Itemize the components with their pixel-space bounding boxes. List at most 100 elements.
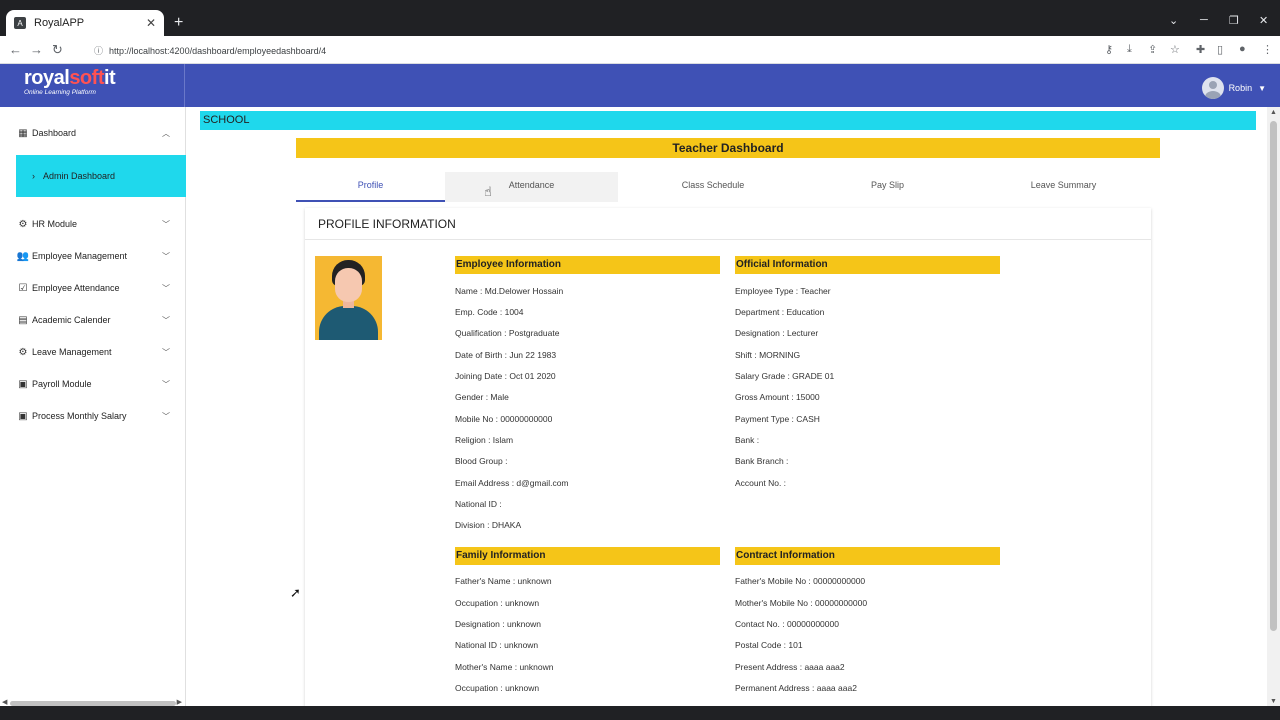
field-joining-date: Joining Date : Oct 01 2020: [455, 371, 556, 381]
sidebar-item-leave-management[interactable]: ⚙ Leave Management ﹀: [16, 342, 176, 362]
sidebar-item-label: HR Module: [32, 219, 78, 229]
chevron-down-icon: ﹀: [162, 411, 170, 421]
bookmark-star-icon[interactable]: ☆: [1170, 43, 1180, 56]
sidebar-item-process-monthly-salary[interactable]: ▣ Process Monthly Salary ﹀: [16, 406, 176, 426]
field-present-address: Present Address : aaaa aaa2: [735, 662, 845, 672]
user-name: Robin: [1228, 83, 1253, 93]
chevron-down-icon: ﹀: [162, 347, 170, 357]
scroll-up-icon[interactable]: ▲: [1270, 109, 1277, 116]
sidebar-item-label: Process Monthly Salary: [32, 411, 127, 421]
field-division: Division : DHAKA: [455, 520, 522, 530]
sidebar-subitem-label: Admin Dashboard: [43, 171, 116, 181]
tab-search-icon[interactable]: ⌄: [1169, 14, 1178, 27]
tab-attendance[interactable]: Attendance: [445, 172, 618, 202]
gear-icon: ⚙: [18, 346, 28, 358]
url-field[interactable]: ⓘ http://localhost:4200/dashboard/employe…: [94, 44, 326, 57]
field-qualification: Qualification : Postgraduate: [455, 328, 560, 338]
menu-icon[interactable]: ⋮: [1262, 43, 1273, 56]
field-name: Name : Md.Delower Hossain: [455, 286, 564, 296]
tab-leave-summary[interactable]: Leave Summary: [967, 172, 1160, 202]
scroll-right-icon[interactable]: ▶: [177, 698, 182, 706]
app-header: royalsoftit Online Learning Platform Rob…: [0, 64, 1280, 107]
new-tab-icon[interactable]: +: [174, 14, 183, 32]
field-gross-amount: Gross Amount : 15000: [735, 392, 820, 402]
side-panel-icon[interactable]: ▯: [1217, 43, 1223, 56]
field-account-no: Account No. :: [735, 478, 787, 488]
field-mobile-no: Mobile No : 00000000000: [455, 414, 553, 424]
chevron-down-icon: ﹀: [162, 315, 170, 325]
page-vertical-scrollbar[interactable]: ▲ ▼: [1267, 107, 1280, 707]
chevron-down-icon: ﹀: [162, 251, 170, 261]
chevron-right-icon: ›: [32, 171, 35, 181]
bottom-strip: [0, 706, 1280, 720]
sidebar-item-dashboard[interactable]: ▦ Dashboard ︿: [16, 123, 176, 143]
sidebar-item-employee-management[interactable]: 👥 Employee Management ﹀: [16, 246, 176, 266]
section-employee-information: Employee Information: [455, 256, 720, 274]
minimize-icon[interactable]: ─: [1200, 14, 1208, 26]
restore-icon[interactable]: ❐: [1229, 14, 1239, 27]
field-father-national-id: National ID : unknown: [455, 640, 539, 650]
cash-icon: ▣: [18, 378, 28, 390]
sidebar-item-academic-calender[interactable]: ▤ Academic Calender ﹀: [16, 310, 176, 330]
window-close-icon[interactable]: ✕: [1259, 14, 1268, 27]
photo-body: [319, 306, 378, 340]
install-icon[interactable]: ⤓: [1127, 43, 1132, 56]
info-icon[interactable]: ⓘ: [94, 46, 103, 56]
field-bank-branch: Bank Branch :: [735, 456, 789, 466]
field-postal-code: Postal Code : 101: [735, 640, 803, 650]
checkbox-icon: ☑: [18, 282, 28, 294]
sidebar-item-employee-attendance[interactable]: ☑ Employee Attendance ﹀: [16, 278, 176, 298]
hr-icon: ⚙: [18, 218, 28, 230]
scroll-down-icon[interactable]: ▼: [1270, 698, 1277, 705]
arrow-cursor-icon: ➚: [290, 585, 301, 600]
field-father-occupation: Occupation : unknown: [455, 598, 540, 608]
extensions-icon[interactable]: ✚: [1196, 43, 1205, 56]
caret-down-icon: ▼: [1258, 83, 1266, 93]
field-mothers-mobile: Mother's Mobile No : 00000000000: [735, 598, 868, 608]
tab-profile[interactable]: Profile: [296, 172, 445, 202]
field-contact-no: Contact No. : 00000000000: [735, 619, 839, 629]
sidebar-item-label: Employee Management: [32, 251, 128, 261]
forward-icon[interactable]: →: [30, 42, 43, 57]
field-payment-type: Payment Type : CASH: [735, 414, 820, 424]
logo: royalsoftit: [24, 67, 116, 90]
scrollbar-thumb[interactable]: [1270, 121, 1277, 631]
profile-icon[interactable]: ●: [1239, 43, 1246, 55]
sidebar-item-label: Leave Management: [32, 347, 112, 357]
scroll-left-icon[interactable]: ◀: [2, 698, 7, 706]
field-permanent-address: Permanent Address : aaaa aaa2: [735, 683, 857, 693]
page-title: Teacher Dashboard: [296, 138, 1160, 158]
field-blood-group: Blood Group :: [455, 456, 508, 466]
avatar: [1201, 77, 1224, 99]
logo-text-tail: it: [103, 67, 116, 89]
sidebar-item-hr-module[interactable]: ⚙ HR Module ﹀: [16, 214, 176, 234]
sidebar-subitem-admin-dashboard[interactable]: › Admin Dashboard: [16, 155, 186, 197]
key-icon[interactable]: ⚷: [1105, 43, 1113, 56]
sidebar: ▦ Dashboard ︿ › Admin Dashboard ⚙ HR Mod…: [0, 107, 186, 720]
tab-class-schedule[interactable]: Class Schedule: [618, 172, 808, 202]
field-mother-occupation: Occupation : unknown: [455, 683, 540, 693]
user-menu[interactable]: Robin ▼: [1201, 77, 1266, 99]
calendar-icon: ▤: [18, 314, 28, 326]
back-icon[interactable]: ←: [9, 42, 22, 57]
photo-face: [335, 268, 362, 302]
field-designation: Designation : Lecturer: [735, 328, 819, 338]
logo-text-main: royal: [24, 67, 70, 89]
address-bar: ← → ↻ ⓘ http://localhost:4200/dashboard/e…: [0, 36, 1280, 64]
sidebar-item-payroll-module[interactable]: ▣ Payroll Module ﹀: [16, 374, 176, 394]
tab-pay-slip[interactable]: Pay Slip: [808, 172, 967, 202]
logo-tagline: Online Learning Platform: [24, 89, 96, 96]
angular-favicon-icon: A: [14, 17, 26, 29]
browser-tab-title: RoyalAPP: [34, 17, 85, 29]
chevron-down-icon: ﹀: [162, 219, 170, 229]
browser-tab[interactable]: A RoyalAPP ✕: [6, 10, 164, 36]
reload-icon[interactable]: ↻: [52, 42, 63, 58]
section-official-information: Official Information: [735, 256, 1000, 274]
close-tab-icon[interactable]: ✕: [146, 16, 156, 30]
employee-photo: [315, 256, 382, 340]
field-gender: Gender : Male: [455, 392, 509, 402]
sidebar-item-label: Employee Attendance: [32, 283, 120, 293]
chevron-down-icon: ﹀: [162, 379, 170, 389]
share-icon[interactable]: ⇪: [1148, 43, 1157, 56]
logo-area[interactable]: royalsoftit Online Learning Platform: [0, 64, 185, 107]
